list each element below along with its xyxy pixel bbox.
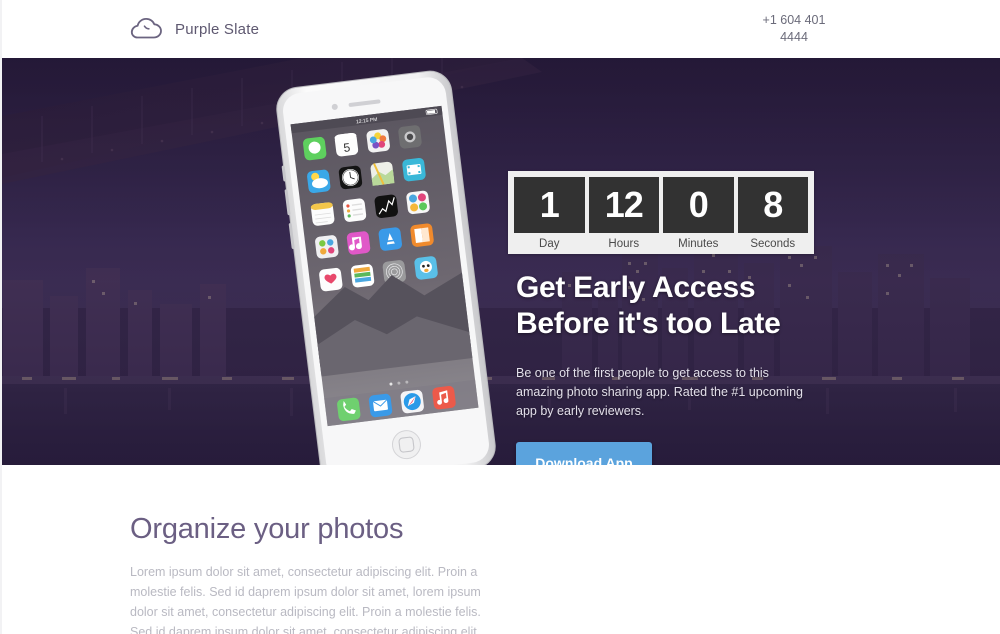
- feature-body-text: Lorem ipsum dolor sit amet, consectetur …: [130, 565, 481, 634]
- hero-headline-line-1: Get Early Access: [516, 271, 756, 304]
- countdown-seconds-label: Seconds: [750, 238, 796, 250]
- hero-overlay-tint: [2, 58, 1000, 465]
- countdown-minutes-box: 0: [663, 177, 734, 233]
- countdown-seconds-box: 8: [737, 177, 808, 233]
- countdown-unit-minutes: 0 Minutes: [663, 177, 734, 250]
- countdown-hours-box: 12: [588, 177, 659, 233]
- cloud-icon: [130, 17, 164, 41]
- countdown-unit-hours: 12 Hours: [588, 177, 659, 250]
- hero-copy: Get Early Access Before it's too Late Be…: [516, 270, 826, 465]
- phone-number-line-1: +1 604 401: [762, 13, 826, 27]
- landing-page: Purple Slate +1 604 401 4444 12:15 PM 5 …: [0, 0, 1000, 634]
- countdown-hours-label: Hours: [608, 238, 640, 250]
- countdown-day-box: 1: [514, 177, 585, 233]
- countdown-seconds-value: 8: [763, 184, 783, 225]
- countdown-unit-seconds: 8 Seconds: [737, 177, 808, 250]
- countdown-row: 1 Day 12 Hours 0 Minutes 8 Seconds: [514, 177, 808, 250]
- hero-headline-line-2: Before it's too Late: [516, 307, 781, 340]
- countdown-unit-day: 1 Day: [514, 177, 585, 250]
- countdown-hours-value: 12: [604, 184, 644, 225]
- brand-logo-link[interactable]: Purple Slate: [130, 17, 259, 41]
- hero-headline: Get Early Access Before it's too Late: [516, 270, 826, 342]
- countdown-minutes-value: 0: [688, 184, 709, 225]
- brand-name: Purple Slate: [175, 20, 260, 38]
- download-app-button[interactable]: Download App: [516, 442, 652, 465]
- feature-title: Organize your photos: [130, 513, 404, 545]
- countdown-day-label: Day: [539, 238, 560, 250]
- header-phone-number[interactable]: +1 604 401 4444: [734, 12, 854, 46]
- countdown-day-value: 1: [539, 184, 560, 225]
- hero-section: 12:15 PM 5 1 Day 12 Hours 0 Minutes 8 Se…: [2, 58, 1000, 465]
- countdown-minutes-label: Minutes: [678, 238, 719, 250]
- iphone-mockup: 12:15 PM 5: [276, 70, 496, 465]
- phone-number-line-2: 4444: [780, 30, 808, 44]
- hero-subtitle: Be one of the first people to get access…: [516, 366, 803, 418]
- feature-section: Organize your photos Lorem ipsum dolor s…: [2, 465, 1000, 634]
- site-header: Purple Slate +1 604 401 4444: [2, 0, 1000, 58]
- countdown-timer: 1 Day 12 Hours 0 Minutes 8 Seconds: [508, 171, 814, 254]
